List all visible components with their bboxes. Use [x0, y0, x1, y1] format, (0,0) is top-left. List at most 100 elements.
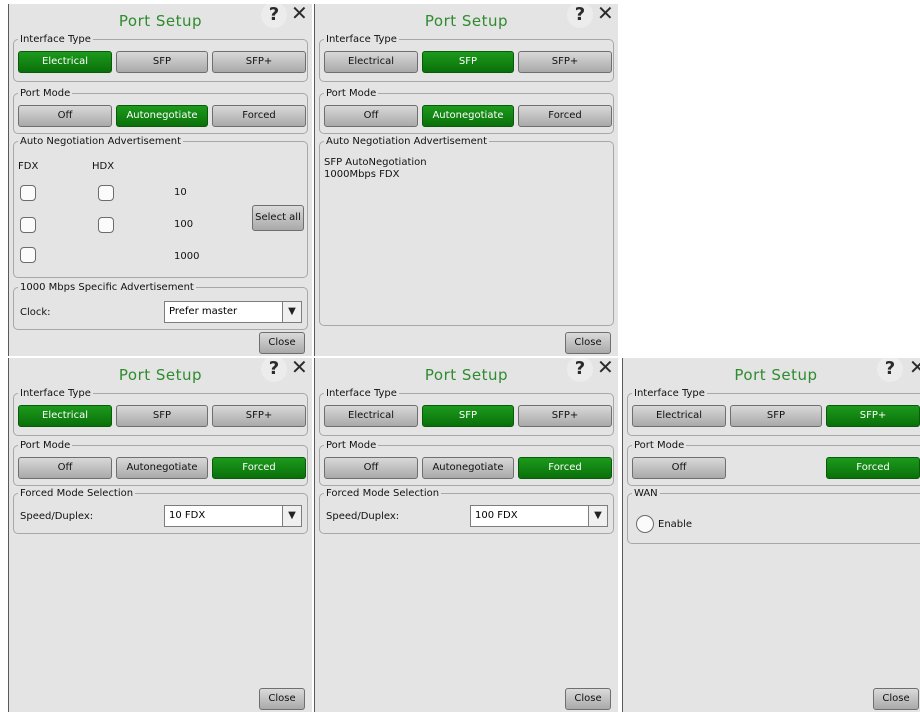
close-icon[interactable]: ✕ — [909, 358, 920, 379]
sfp-button[interactable]: SFP — [116, 405, 208, 427]
clock-value: Prefer master — [169, 306, 238, 317]
electrical-button[interactable]: Electrical — [324, 51, 418, 73]
sfp-button[interactable]: SFP — [116, 51, 208, 73]
sfp-plus-button[interactable]: SFP+ — [518, 405, 612, 427]
forced-button[interactable]: Forced — [826, 457, 920, 479]
off-button[interactable]: Off — [18, 457, 112, 479]
close-button[interactable]: Close — [565, 332, 611, 354]
auto-negotiation-group: Auto Negotiation Advertisement FDX HDX 1… — [13, 136, 308, 278]
close-icon[interactable]: ✕ — [291, 4, 308, 25]
electrical-button[interactable]: Electrical — [324, 405, 418, 427]
sfp-button[interactable]: SFP — [422, 51, 514, 73]
sfp-autoneg-line: SFP AutoNegotiation — [324, 157, 427, 168]
close-icon[interactable]: ✕ — [291, 358, 308, 379]
port-setup-panel-2: Port Setup ? ✕ Interface Type Electrical… — [314, 4, 618, 356]
interface-type-legend: Interface Type — [326, 388, 397, 399]
port-mode-group: Port Mode Off Forced — [627, 440, 920, 486]
port-mode-legend: Port Mode — [20, 440, 71, 451]
auto-negotiation-group: Auto Negotiation Advertisement SFP AutoN… — [319, 136, 614, 326]
forced-button[interactable]: Forced — [212, 457, 306, 479]
hdx-header: HDX — [92, 161, 115, 172]
port-mode-group: Port Mode Off Autonegotiate Forced — [13, 88, 308, 134]
speed-10-label: 10 — [174, 187, 187, 198]
chevron-down-icon: ▼ — [588, 506, 607, 526]
interface-type-legend: Interface Type — [326, 34, 397, 45]
select-all-button[interactable]: Select all — [252, 205, 304, 231]
port-mode-group: Port Mode Off Autonegotiate Forced — [13, 440, 308, 486]
port-mode-legend: Port Mode — [20, 88, 71, 99]
chevron-down-icon: ▼ — [282, 506, 301, 526]
close-button[interactable]: Close — [259, 688, 305, 710]
auto-negotiation-legend: Auto Negotiation Advertisement — [20, 136, 182, 147]
sfp-plus-button[interactable]: SFP+ — [212, 51, 306, 73]
forced-mode-legend: Forced Mode Selection — [326, 488, 440, 499]
port-setup-panel-3: Port Setup ? ✕ Interface Type Electrical… — [8, 358, 312, 712]
close-button[interactable]: Close — [873, 688, 919, 710]
autonegotiate-button[interactable]: Autonegotiate — [422, 105, 514, 127]
interface-type-group: Interface Type Electrical SFP SFP+ — [319, 34, 614, 82]
port-mode-legend: Port Mode — [326, 88, 377, 99]
speed-duplex-value: 10 FDX — [169, 510, 206, 521]
speed-duplex-value: 100 FDX — [475, 510, 518, 521]
off-button[interactable]: Off — [324, 105, 418, 127]
fdx-header: FDX — [18, 161, 39, 172]
autonegotiate-button[interactable]: Autonegotiate — [116, 457, 208, 479]
forced-mode-group: Forced Mode Selection Speed/Duplex: 100 … — [319, 488, 614, 534]
interface-type-legend: Interface Type — [20, 388, 91, 399]
forced-mode-group: Forced Mode Selection Speed/Duplex: 10 F… — [13, 488, 308, 534]
hdx-100-checkbox[interactable] — [98, 217, 114, 233]
close-button[interactable]: Close — [259, 332, 305, 354]
clock-dropdown[interactable]: Prefer master ▼ — [164, 301, 302, 323]
fdx-1000-checkbox[interactable] — [20, 247, 36, 263]
specific-advertisement-legend: 1000 Mbps Specific Advertisement — [20, 282, 194, 293]
port-mode-legend: Port Mode — [326, 440, 377, 451]
off-button[interactable]: Off — [324, 457, 418, 479]
port-setup-panel-5: Port Setup ? ✕ Interface Type Electrical… — [622, 358, 920, 712]
dialog-title: Port Setup — [734, 366, 818, 384]
electrical-button[interactable]: Electrical — [632, 405, 726, 427]
port-mode-group: Port Mode Off Autonegotiate Forced — [319, 88, 614, 134]
close-button[interactable]: Close — [565, 688, 611, 710]
electrical-button[interactable]: Electrical — [18, 51, 112, 73]
autonegotiate-button[interactable]: Autonegotiate — [422, 457, 514, 479]
speed-duplex-dropdown[interactable]: 100 FDX ▼ — [470, 505, 608, 527]
forced-button[interactable]: Forced — [518, 105, 612, 127]
interface-type-legend: Interface Type — [20, 34, 91, 45]
sfp-plus-button[interactable]: SFP+ — [826, 405, 920, 427]
clock-label: Clock: — [20, 307, 51, 318]
sfp-button[interactable]: SFP — [730, 405, 822, 427]
fdx-10-checkbox[interactable] — [20, 185, 36, 201]
sfp-plus-button[interactable]: SFP+ — [212, 405, 306, 427]
sfp-button[interactable]: SFP — [422, 405, 514, 427]
close-icon[interactable]: ✕ — [597, 358, 614, 379]
interface-type-group: Interface Type Electrical SFP SFP+ — [13, 388, 308, 436]
interface-type-group: Interface Type Electrical SFP SFP+ — [319, 388, 614, 436]
port-mode-group: Port Mode Off Autonegotiate Forced — [319, 440, 614, 486]
speed-1000-label: 1000 — [174, 251, 200, 262]
off-button[interactable]: Off — [632, 457, 726, 479]
speed-duplex-dropdown[interactable]: 10 FDX ▼ — [164, 505, 302, 527]
interface-type-legend: Interface Type — [634, 388, 705, 399]
off-button[interactable]: Off — [18, 105, 112, 127]
electrical-button[interactable]: Electrical — [18, 405, 112, 427]
sfp-plus-button[interactable]: SFP+ — [518, 51, 612, 73]
sfp-speed-line: 1000Mbps FDX — [324, 169, 400, 180]
forced-mode-legend: Forced Mode Selection — [20, 488, 134, 499]
forced-button[interactable]: Forced — [518, 457, 612, 479]
wan-enable-label: Enable — [658, 519, 693, 530]
interface-type-group: Interface Type Electrical SFP SFP+ — [13, 34, 308, 82]
speed-duplex-label: Speed/Duplex: — [20, 511, 94, 522]
close-icon[interactable]: ✕ — [597, 4, 614, 25]
fdx-100-checkbox[interactable] — [20, 217, 36, 233]
autonegotiate-button[interactable]: Autonegotiate — [116, 105, 208, 127]
interface-type-group: Interface Type Electrical SFP SFP+ — [627, 388, 920, 436]
hdx-10-checkbox[interactable] — [98, 185, 114, 201]
wan-enable-checkbox[interactable] — [636, 515, 654, 533]
wan-group: WAN Enable — [627, 488, 920, 544]
wan-legend: WAN — [634, 488, 658, 499]
chevron-down-icon: ▼ — [282, 302, 301, 322]
port-setup-panel-4: Port Setup ? ✕ Interface Type Electrical… — [314, 358, 618, 712]
speed-100-label: 100 — [174, 219, 194, 230]
speed-duplex-label: Speed/Duplex: — [326, 511, 400, 522]
forced-button[interactable]: Forced — [212, 105, 306, 127]
